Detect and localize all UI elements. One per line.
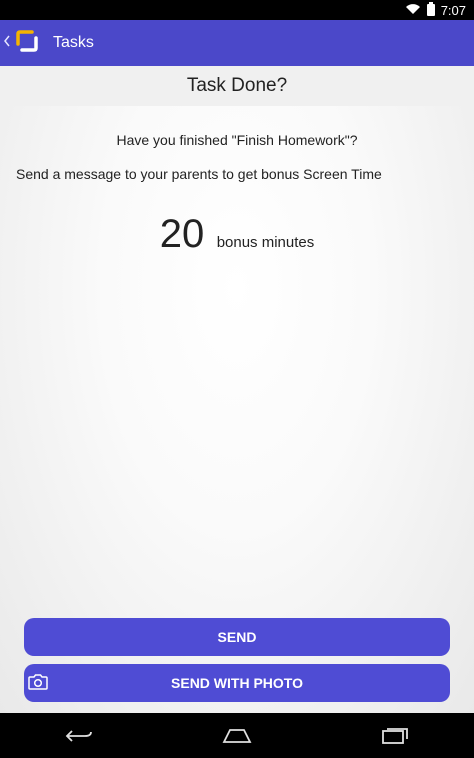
bonus-display: 20 bonus minutes: [0, 212, 474, 257]
status-bar: 7:07: [0, 0, 474, 20]
up-navigation-button[interactable]: [0, 20, 39, 66]
nav-home-icon[interactable]: [207, 716, 267, 756]
task-question: Have you finished "Finish Homework"?: [116, 132, 358, 148]
app-bar: Tasks: [0, 20, 474, 66]
send-button[interactable]: SEND: [24, 618, 450, 656]
camera-icon: [28, 674, 48, 693]
battery-icon: [426, 2, 435, 19]
status-icons: 7:07: [405, 2, 466, 19]
chevron-left-icon: [3, 34, 11, 52]
app-logo-icon: [15, 29, 39, 58]
send-with-photo-label: SEND WITH PHOTO: [171, 675, 303, 691]
nav-back-icon[interactable]: [49, 716, 109, 756]
wifi-icon: [405, 3, 421, 18]
page-title: Task Done?: [0, 66, 474, 106]
nav-recents-icon[interactable]: [365, 716, 425, 756]
system-nav-bar: [0, 713, 474, 758]
main-content: Have you finished "Finish Homework"? Sen…: [0, 106, 474, 713]
bonus-minutes-label: bonus minutes: [216, 234, 315, 251]
send-button-label: SEND: [217, 629, 257, 645]
status-time: 7:07: [440, 3, 466, 18]
app-title: Tasks: [53, 34, 94, 51]
send-with-photo-button[interactable]: SEND WITH PHOTO: [24, 664, 450, 702]
bonus-prompt: Send a message to your parents to get bo…: [16, 166, 382, 182]
bonus-minutes-value: 20: [159, 212, 205, 256]
